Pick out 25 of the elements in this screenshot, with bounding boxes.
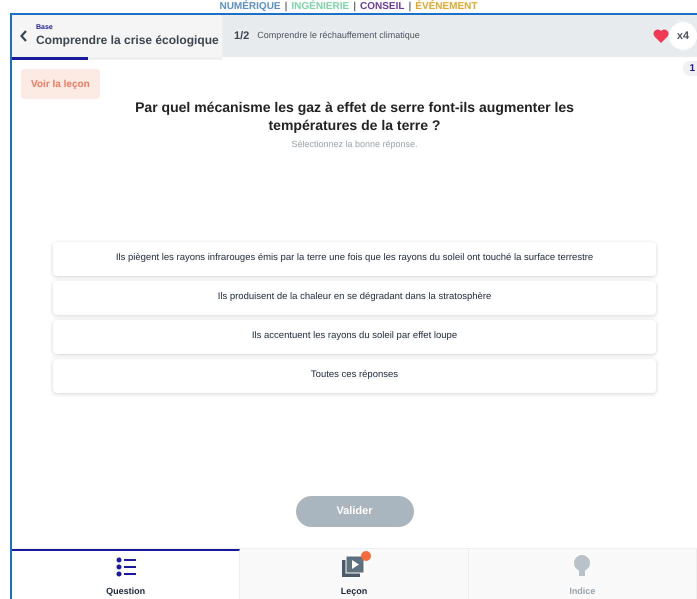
lightbulb-icon: [573, 554, 592, 576]
answer-option[interactable]: Ils produisent de la chaleur en se dégradant dans la stratosphère: [53, 280, 656, 314]
banner-separator: |: [284, 2, 288, 12]
answer-option[interactable]: Toutes ces réponses: [53, 358, 656, 392]
banner-text: INGÉNIERIE: [291, 2, 350, 12]
step-counter: 1/2: [234, 28, 250, 44]
banner-separator: |: [353, 2, 356, 12]
lives-count: x4: [669, 22, 697, 50]
instruction-text: Sélectionnez la bonne réponse.: [291, 138, 418, 151]
heart-icon: [653, 29, 669, 43]
chapter-title: Comprendre le réchauffement climatique: [257, 29, 420, 42]
video-icon: [342, 554, 366, 576]
bottom-tab[interactable]: Question: [12, 549, 240, 599]
banner-text: CONSEIL: [360, 2, 404, 12]
answer-option[interactable]: Ils piègent les rayons infrarouges émis par la terre une fois que les rayons du soleil ont touché la surface terrestre: [53, 242, 656, 276]
banner-separator: |: [408, 2, 412, 12]
answer-option[interactable]: Ils accentuent les rayons du soleil par effet loupe: [53, 320, 656, 354]
course-title: Comprendre la crise écologique: [36, 32, 219, 48]
question-text: Par quel mécanisme les gaz à effet de serre font-ils augmenter les températures de la terre ?: [134, 98, 575, 134]
back-chevron-icon: [20, 30, 28, 42]
banner-text: ÉVÉNEMENT: [415, 2, 478, 12]
bottom-tab[interactable]: Leçon: [240, 549, 469, 599]
banner-text: NUMÉRIQUE: [219, 2, 281, 12]
page-badge: 1: [683, 61, 697, 76]
list-icon: [116, 556, 136, 576]
